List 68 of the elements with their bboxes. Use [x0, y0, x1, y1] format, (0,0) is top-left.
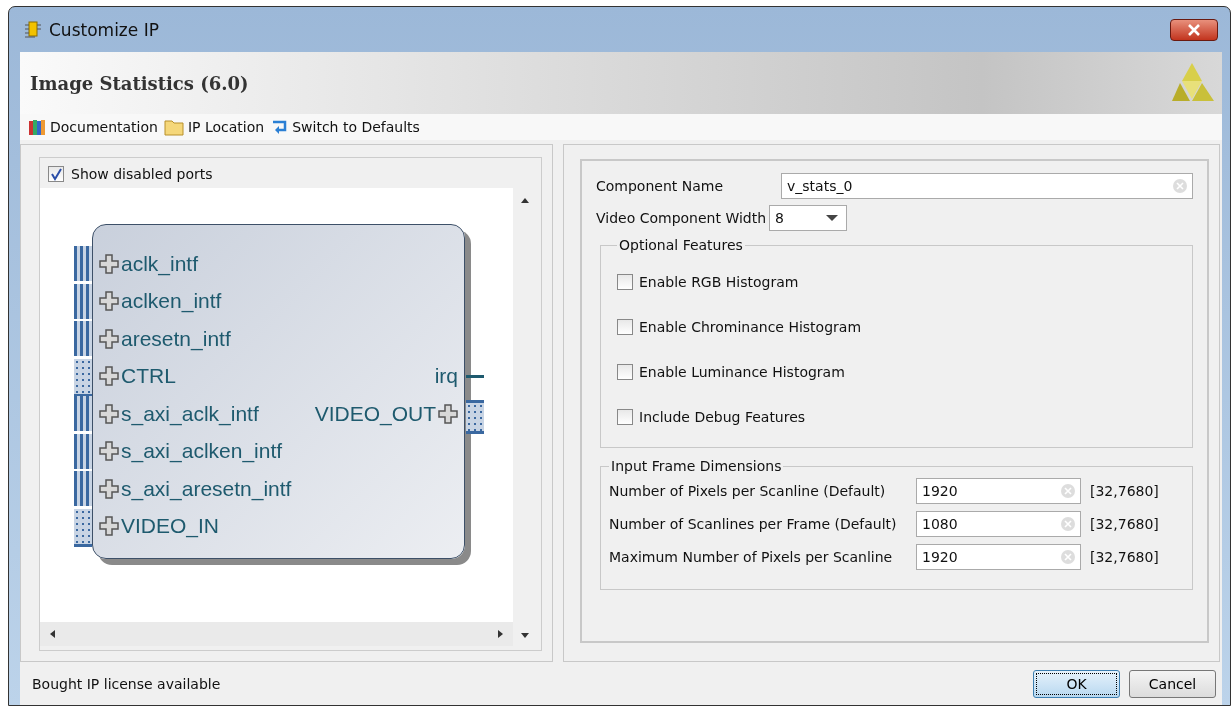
- port-label: s_axi_aclken_intf: [121, 439, 283, 464]
- expand-icon[interactable]: [438, 403, 458, 424]
- scroll-down-icon[interactable]: [520, 632, 530, 640]
- expand-icon[interactable]: [99, 478, 119, 499]
- scroll-right-icon[interactable]: [497, 629, 505, 639]
- close-icon: [1187, 23, 1201, 36]
- signal-pin: [74, 321, 92, 356]
- cancel-button[interactable]: Cancel: [1129, 670, 1216, 698]
- port-label: VIDEO_OUT: [314, 401, 436, 426]
- feature-checkbox[interactable]: Enable Chrominance Histogram: [617, 304, 1182, 349]
- range-hint: [32,7680]: [1090, 516, 1159, 532]
- component-name-field[interactable]: v_stats_0: [781, 173, 1193, 199]
- expand-icon[interactable]: [99, 291, 119, 312]
- group-title: Input Frame Dimensions: [610, 458, 783, 474]
- close-button[interactable]: [1170, 18, 1218, 41]
- expand-icon[interactable]: [99, 328, 119, 349]
- checkmark-icon: [49, 167, 63, 181]
- horizontal-scrollbar[interactable]: [40, 622, 513, 646]
- range-hint: [32,7680]: [1090, 483, 1159, 499]
- expand-icon[interactable]: [99, 366, 119, 387]
- toolbar-link[interactable]: Switch to Defaults: [270, 118, 420, 136]
- ip-title: Image Statistics (6.0): [30, 72, 249, 94]
- window-title: Customize IP: [49, 19, 159, 40]
- range-hint: [32,7680]: [1090, 549, 1159, 565]
- chip-icon: [23, 19, 43, 40]
- field-label: Number of Scanlines per Frame (Default): [609, 516, 898, 532]
- status-text: Bought IP license available: [32, 676, 221, 692]
- group-title: Optional Features: [618, 237, 744, 253]
- width-dropdown[interactable]: 8: [769, 205, 848, 231]
- folder-icon: [163, 118, 184, 136]
- dropdown-arrow-icon: [826, 214, 839, 222]
- port-label: aclken_intf: [121, 289, 222, 314]
- field-label: Component Name: [596, 178, 725, 194]
- bus-pin: [74, 508, 92, 547]
- signal-pin: [74, 283, 92, 319]
- signal-pin: [74, 246, 92, 281]
- wire-pin: [466, 374, 484, 378]
- port-label: irq: [434, 364, 458, 389]
- signal-pin: [74, 396, 92, 431]
- field-label: Maximum Number of Pixels per Scanline: [609, 549, 894, 565]
- port-label: VIDEO_IN: [121, 514, 220, 539]
- number-field[interactable]: 1920: [916, 544, 1081, 570]
- number-field[interactable]: 1920: [916, 478, 1081, 504]
- books-icon: [28, 118, 46, 136]
- field-label: Number of Pixels per Scanline (Default): [609, 483, 887, 499]
- feature-checkbox[interactable]: Include Debug Features: [617, 394, 1182, 439]
- number-field[interactable]: 1080: [916, 511, 1081, 537]
- signal-pin: [74, 433, 92, 469]
- port-label: s_axi_aresetn_intf: [121, 476, 292, 501]
- toolbar-link[interactable]: Documentation: [28, 118, 158, 136]
- bus-pin: [74, 358, 92, 397]
- port-label: CTRL: [121, 364, 176, 389]
- feature-checkbox[interactable]: Enable Luminance Histogram: [617, 349, 1182, 394]
- bus-pin: [466, 400, 484, 434]
- port-label: aclk_intf: [121, 251, 199, 276]
- port-label: aresetn_intf: [121, 326, 231, 351]
- port-label: s_axi_aclk_intf: [121, 401, 259, 426]
- scroll-up-icon[interactable]: [520, 196, 530, 204]
- expand-icon[interactable]: [99, 403, 119, 424]
- signal-pin: [74, 471, 92, 506]
- expand-icon[interactable]: [99, 253, 119, 274]
- expand-icon[interactable]: [99, 516, 119, 537]
- scroll-left-icon[interactable]: [48, 629, 56, 639]
- toolbar-link[interactable]: IP Location: [163, 118, 265, 136]
- expand-icon[interactable]: [99, 441, 119, 462]
- ok-button[interactable]: OK: [1033, 670, 1120, 698]
- field-label: Video Component Width: [596, 210, 767, 226]
- feature-checkbox[interactable]: Enable RGB Histogram: [617, 259, 1182, 304]
